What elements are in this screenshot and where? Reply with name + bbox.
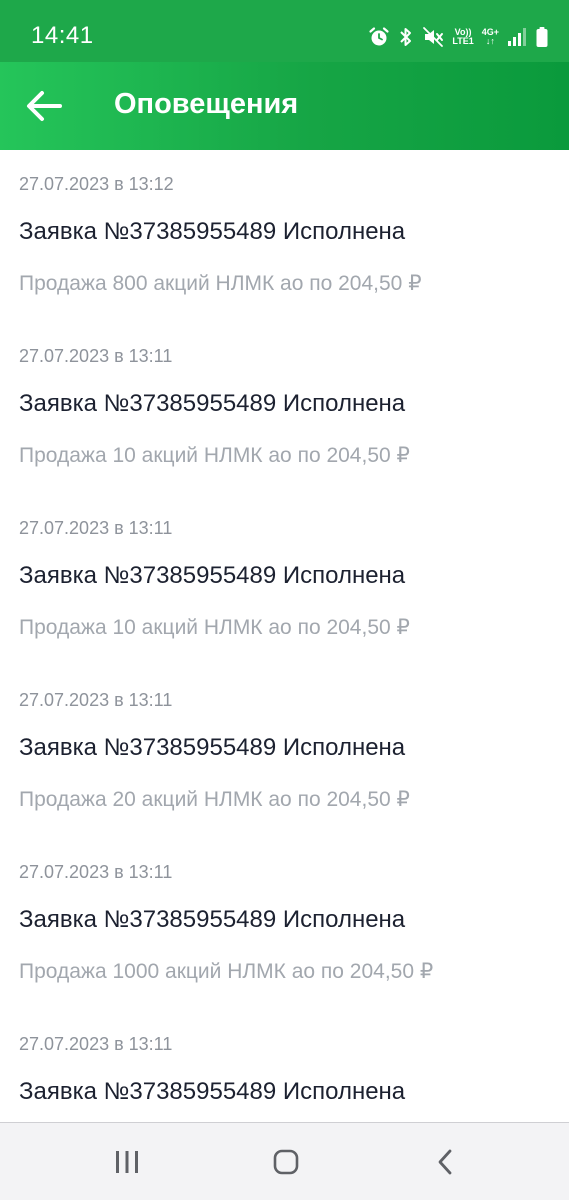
recent-apps-icon bbox=[116, 1151, 138, 1173]
nav-back-button[interactable] bbox=[428, 1147, 464, 1177]
status-icons: Vo)) LTE1 4G+ ↓↑ bbox=[368, 22, 549, 52]
list-item[interactable]: 27.07.2023 в 13:11 Заявка №37385955489 И… bbox=[0, 494, 569, 666]
signal-icon bbox=[507, 27, 527, 47]
notification-date: 27.07.2023 в 13:11 bbox=[19, 862, 173, 882]
recent-apps-button[interactable] bbox=[109, 1147, 145, 1177]
notification-list[interactable]: 27.07.2023 в 13:12 Заявка №37385955489 И… bbox=[0, 150, 569, 1122]
mute-icon bbox=[422, 26, 444, 48]
notification-description: Продажа 20 акций НЛМК ао по 204,50 ₽ bbox=[19, 788, 410, 811]
notification-date: 27.07.2023 в 13:12 bbox=[19, 174, 174, 194]
notification-description: Продажа 1000 акций НЛМК ао по 204,50 ₽ bbox=[19, 960, 434, 983]
notification-description: Продажа 800 акций НЛМК ао по 204,50 ₽ bbox=[19, 272, 422, 295]
notification-title: Заявка №37385955489 Исполнена bbox=[19, 1078, 406, 1105]
back-icon bbox=[438, 1149, 452, 1175]
page-title: Оповещения bbox=[114, 88, 299, 120]
list-item[interactable]: 27.07.2023 в 13:11 Заявка №37385955489 И… bbox=[0, 1010, 569, 1122]
notification-title: Заявка №37385955489 Исполнена bbox=[19, 562, 406, 589]
home-button[interactable] bbox=[268, 1147, 304, 1177]
notification-title: Заявка №37385955489 Исполнена bbox=[19, 906, 406, 933]
notification-title: Заявка №37385955489 Исполнена bbox=[19, 390, 406, 417]
notifications-screen: 14:41 Vo)) LTE1 4G+ ↓↑ Оповещения 27.07.… bbox=[0, 0, 569, 1200]
4g-data-icon: 4G+ ↓↑ bbox=[481, 27, 499, 46]
notification-title: Заявка №37385955489 Исполнена bbox=[19, 734, 406, 761]
bluetooth-icon bbox=[398, 26, 414, 48]
alarm-icon bbox=[368, 26, 390, 48]
status-time: 14:41 bbox=[31, 22, 94, 49]
system-nav-bar bbox=[0, 1122, 569, 1200]
battery-icon bbox=[535, 26, 549, 48]
arrow-left-icon bbox=[27, 91, 62, 121]
notification-date: 27.07.2023 в 13:11 bbox=[19, 1034, 173, 1054]
back-button[interactable] bbox=[22, 84, 66, 128]
notification-title: Заявка №37385955489 Исполнена bbox=[19, 218, 406, 245]
notification-date: 27.07.2023 в 13:11 bbox=[19, 690, 173, 710]
list-item[interactable]: 27.07.2023 в 13:11 Заявка №37385955489 И… bbox=[0, 838, 569, 1010]
data-type-label: 4G+ bbox=[481, 27, 499, 37]
list-item[interactable]: 27.07.2023 в 13:11 Заявка №37385955489 И… bbox=[0, 322, 569, 494]
volte-icon: Vo)) LTE1 bbox=[452, 28, 473, 46]
notification-date: 27.07.2023 в 13:11 bbox=[19, 346, 173, 366]
list-item[interactable]: 27.07.2023 в 13:12 Заявка №37385955489 И… bbox=[0, 150, 569, 322]
notification-date: 27.07.2023 в 13:11 bbox=[19, 518, 173, 538]
list-item[interactable]: 27.07.2023 в 13:11 Заявка №37385955489 И… bbox=[0, 666, 569, 838]
status-bar: 14:41 Vo)) LTE1 4G+ ↓↑ bbox=[0, 0, 569, 62]
home-icon bbox=[273, 1149, 299, 1175]
notification-description: Продажа 10 акций НЛМК ао по 204,50 ₽ bbox=[19, 444, 410, 467]
app-bar: Оповещения bbox=[0, 62, 569, 150]
network-bottom-label: LTE1 bbox=[452, 36, 474, 46]
notification-description: Продажа 10 акций НЛМК ао по 204,50 ₽ bbox=[19, 616, 410, 639]
